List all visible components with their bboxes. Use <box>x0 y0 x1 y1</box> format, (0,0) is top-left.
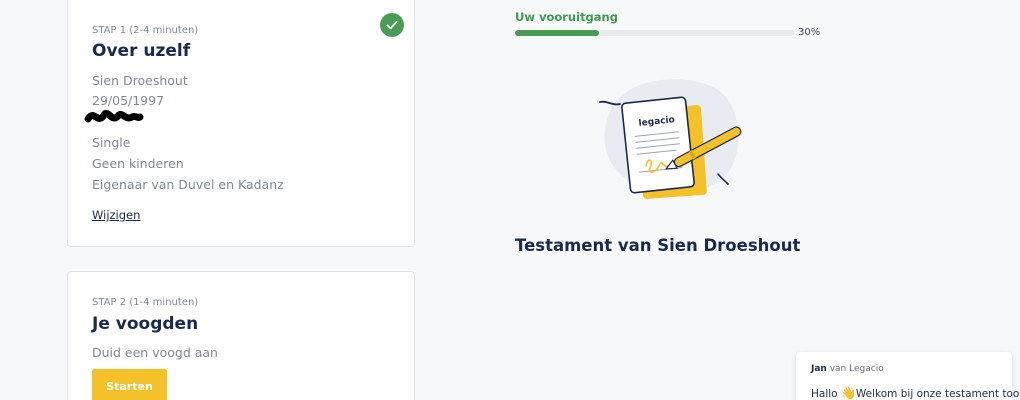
chat-author-name: Jan <box>811 364 827 374</box>
wave-icon: 👋 <box>840 386 856 400</box>
chat-greeting: Hallo <box>811 388 838 400</box>
step-1-title: Over uzelf <box>92 41 191 61</box>
edit-link[interactable]: Wijzigen <box>92 208 140 222</box>
chat-author-suffix: van Legacio <box>829 364 884 374</box>
progress-percent: 30% <box>798 27 821 38</box>
progress-label: Uw vooruitgang <box>515 10 618 24</box>
chat-message-text: Welkom bij onze testament tool <box>855 388 1020 400</box>
user-children: Geen kinderen <box>92 156 184 171</box>
progress-bar-fill <box>515 30 599 36</box>
step-1-label: STAP 1 (2-4 minuten) <box>92 25 199 36</box>
start-button[interactable]: Starten <box>92 369 167 400</box>
chat-message: Hallo 👋Welkom bij onze testament tool <box>811 386 1020 400</box>
user-business: Eigenaar van Duvel en Kadanz <box>92 177 284 192</box>
redacted-scribble <box>84 110 144 123</box>
chat-widget[interactable]: Jan van Legacio Hallo 👋Welkom bij onze t… <box>796 352 1020 400</box>
completed-check-icon <box>380 13 404 37</box>
progress-bar <box>515 30 794 36</box>
testament-title: Testament van Sien Droeshout <box>515 236 801 255</box>
user-marital-status: Single <box>92 135 131 150</box>
user-name: Sien Droeshout <box>92 73 188 88</box>
step-1-card: STAP 1 (2-4 minuten) Over uzelf Sien Dro… <box>67 0 415 247</box>
step-2-description: Duid een voogd aan <box>92 345 218 360</box>
step-2-title: Je voogden <box>92 314 199 334</box>
testament-document-illustration: legacio <box>599 79 742 199</box>
step-2-card: STAP 2 (1-4 minuten) Je voogden Duid een… <box>67 271 415 400</box>
chat-author: Jan van Legacio <box>811 364 884 374</box>
step-2-label: STAP 2 (1-4 minuten) <box>92 297 199 308</box>
